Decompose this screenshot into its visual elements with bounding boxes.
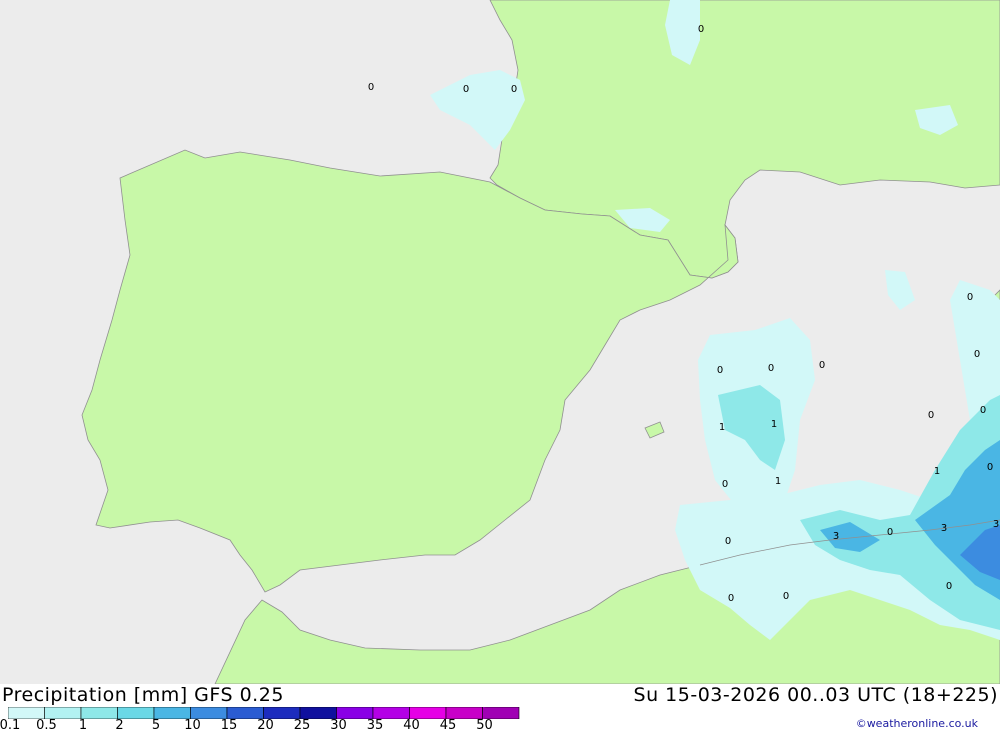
color-scale-labels: 0.1 0.5 1 2 5 10 15 20 25 30 35 40 45 50: [0, 718, 520, 733]
scale-label: 20: [257, 718, 274, 733]
scale-label: 30: [330, 718, 347, 733]
scale-label: 0.1: [0, 718, 21, 733]
legend-bar: Precipitation [mm] GFS 0.25 Su 15-03-202…: [0, 684, 1000, 733]
contour-label: 0: [980, 405, 986, 416]
contour-label: 0: [783, 591, 789, 602]
contour-label: 0: [887, 527, 893, 538]
contour-label: 0: [463, 84, 469, 95]
contour-label: 0: [511, 84, 517, 95]
scale-label: 35: [366, 718, 384, 733]
contour-label: 0: [717, 365, 723, 376]
contour-label: 0: [728, 593, 734, 604]
contour-label: 0: [368, 82, 374, 93]
scale-label: 0.5: [36, 718, 57, 733]
scale-label: 15: [220, 718, 238, 733]
contour-label: 1: [934, 466, 940, 477]
contour-label: 0: [987, 462, 993, 473]
contour-label: 0: [946, 581, 952, 592]
scale-label: 2: [115, 718, 124, 733]
scale-label: 5: [151, 718, 161, 733]
valid-time: Su 15-03-2026 00..03 UTC (18+225): [633, 684, 998, 706]
contour-label: 0: [974, 349, 980, 360]
contour-label: 1: [775, 476, 781, 487]
contour-label: 3: [941, 523, 947, 534]
scale-label: 10: [184, 718, 201, 733]
contour-label: 0: [768, 363, 774, 374]
contour-label: 3: [833, 531, 839, 542]
scale-label: 40: [403, 718, 420, 733]
precipitation-map: 0 0 0 0 0 0 0 0 1 1 0 1 0 3 0 0 0 0 0 1 …: [0, 0, 1000, 684]
contour-label: 3: [993, 519, 999, 530]
contour-label: 0: [819, 360, 825, 371]
scale-label: 1: [78, 718, 88, 733]
contour-label: 0: [722, 479, 728, 490]
contour-label: 0: [967, 292, 973, 303]
map-title: Precipitation [mm] GFS 0.25: [2, 684, 284, 706]
scale-label: 25: [293, 718, 311, 733]
contour-label: 0: [725, 536, 731, 547]
credit-link[interactable]: ©weatheronline.co.uk: [856, 717, 978, 730]
scale-label: 45: [439, 718, 457, 733]
contour-label: 0: [698, 24, 704, 35]
contour-label: 1: [771, 419, 777, 430]
contour-label: 0: [928, 410, 934, 421]
scale-label: 50: [476, 718, 493, 733]
contour-label: 1: [719, 422, 725, 433]
